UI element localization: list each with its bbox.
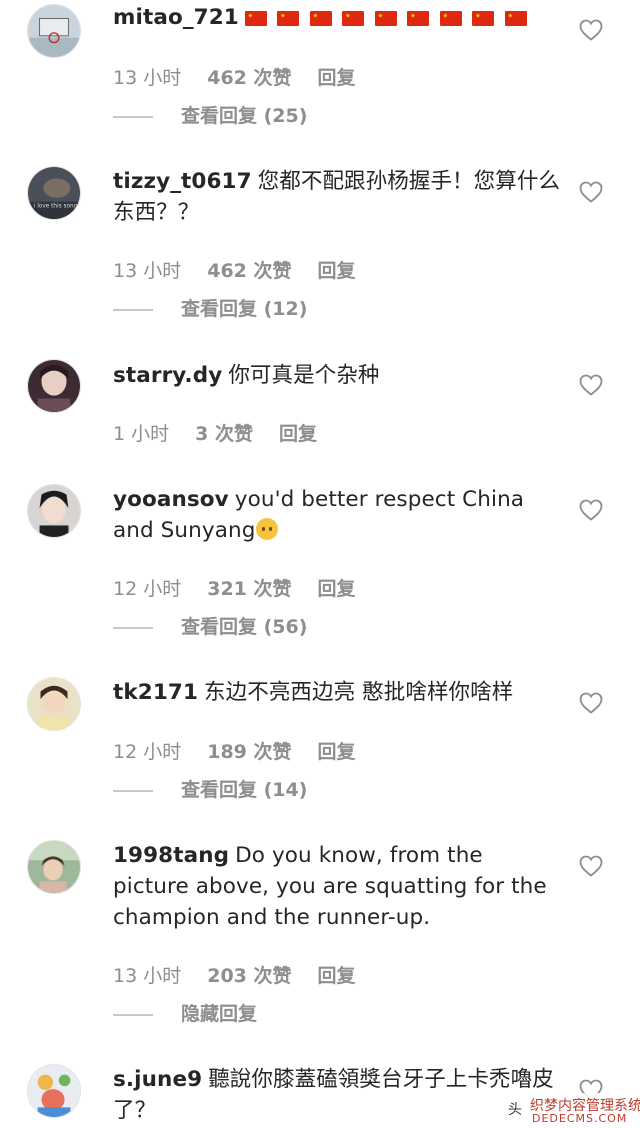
comment-meta: 12 小时 189 次赞 回复 [113, 737, 382, 764]
heart-outline-icon[interactable] [579, 855, 603, 877]
divider-line [113, 626, 153, 629]
view-replies-button[interactable]: 查看回复 (25) [113, 101, 307, 128]
comment-text: tk2171 东边不亮西边亮 憨批啥样你啥样 [113, 677, 563, 708]
avatar[interactable]: i love this song [27, 166, 81, 220]
comment-meta: 1 小时 3 次赞 回复 [113, 419, 343, 446]
comment-text: mitao_721 [113, 2, 563, 35]
china-flag-icon [277, 11, 300, 26]
timestamp: 13 小时 [113, 965, 182, 987]
hide-replies-label[interactable]: 隐藏回复 [181, 1003, 257, 1025]
reply-button[interactable]: 回复 [318, 256, 356, 283]
china-flag-icon [342, 11, 365, 26]
divider-line [113, 1013, 153, 1016]
like-count[interactable]: 462 次赞 [207, 256, 291, 283]
view-replies-label[interactable]: 查看回复 (14) [181, 779, 307, 801]
view-replies-label[interactable]: 查看回复 (12) [181, 298, 307, 320]
china-flag-icon [374, 11, 397, 26]
divider-line [113, 789, 153, 792]
watermark: 头 织梦内容管理系统 DEDECMS.COM [508, 1093, 640, 1128]
comment-text: s.june9 聽說你膝蓋磕領獎台牙子上卡禿嚕皮了？ [113, 1064, 563, 1126]
timestamp: 13 小时 [113, 67, 182, 89]
reply-button[interactable]: 回复 [279, 419, 317, 446]
comment-meta: 13 小时 462 次赞 回复 [113, 256, 382, 283]
china-flag-icon [244, 11, 267, 26]
like-count[interactable]: 3 次赞 [195, 419, 253, 446]
avatar-caption: i love this song [34, 203, 78, 209]
china-flag-icon [439, 11, 462, 26]
comment-text: yooansov you'd better respect China and S… [113, 484, 563, 546]
comment-body: 你可真是个杂种 [228, 363, 380, 388]
divider-line [113, 115, 153, 118]
view-replies-button[interactable]: 查看回复 (14) [113, 775, 307, 802]
avatar[interactable] [27, 4, 81, 58]
upside-down-face-emoji-icon [256, 518, 279, 540]
avatar[interactable] [27, 359, 81, 413]
username-link[interactable]: starry.dy [113, 363, 222, 388]
view-replies-label[interactable]: 查看回复 (25) [181, 105, 307, 127]
timestamp: 12 小时 [113, 578, 182, 600]
heart-outline-icon[interactable] [579, 181, 603, 203]
watermark-prefix: 头 [508, 1102, 522, 1118]
reply-button[interactable]: 回复 [318, 574, 356, 601]
comment-meta: 12 小时 321 次赞 回复 [113, 574, 382, 601]
comment-text: starry.dy 你可真是个杂种 [113, 360, 563, 391]
avatar[interactable] [27, 840, 81, 894]
china-flag-icon [472, 11, 495, 26]
hide-replies-button[interactable]: 隐藏回复 [113, 999, 257, 1026]
comment-body: 东边不亮西边亮 憨批啥样你啥样 [204, 680, 514, 705]
china-flag-icon [504, 11, 527, 26]
like-count[interactable]: 189 次赞 [207, 737, 291, 764]
comment-text: 1998tang Do you know, from the picture ab… [113, 840, 563, 933]
flag-emoji-row [244, 4, 538, 35]
username-link[interactable]: 1998tang [113, 843, 229, 868]
like-count[interactable]: 462 次赞 [207, 63, 291, 90]
heart-outline-icon[interactable] [579, 19, 603, 41]
reply-button[interactable]: 回复 [318, 63, 356, 90]
comment-meta: 13 小时 462 次赞 回复 [113, 63, 382, 90]
view-replies-button[interactable]: 查看回复 (56) [113, 612, 307, 639]
avatar[interactable] [27, 677, 81, 731]
username-link[interactable]: tk2171 [113, 680, 198, 705]
timestamp: 12 小时 [113, 741, 182, 763]
view-replies-button[interactable]: 查看回复 (12) [113, 294, 307, 321]
heart-outline-icon[interactable] [579, 374, 603, 396]
comment-meta: 13 小时 203 次赞 回复 [113, 961, 382, 988]
username-link[interactable]: s.june9 [113, 1067, 202, 1092]
comment-text: tizzy_t0617 您都不配跟孙杨握手！您算什么东西？？ [113, 166, 563, 228]
china-flag-icon [407, 11, 430, 26]
timestamp: 13 小时 [113, 260, 182, 282]
reply-button[interactable]: 回复 [318, 961, 356, 988]
heart-outline-icon[interactable] [579, 499, 603, 521]
avatar[interactable] [27, 484, 81, 538]
username-link[interactable]: mitao_721 [113, 5, 239, 30]
avatar[interactable] [27, 1064, 81, 1118]
reply-button[interactable]: 回复 [318, 737, 356, 764]
divider-line [113, 308, 153, 311]
heart-outline-icon[interactable] [579, 692, 603, 714]
username-link[interactable]: tizzy_t0617 [113, 169, 252, 194]
timestamp: 1 小时 [113, 423, 170, 445]
like-count[interactable]: 203 次赞 [207, 961, 291, 988]
view-replies-label[interactable]: 查看回复 (56) [181, 616, 307, 638]
watermark-domain: DEDECMS.COM [532, 1112, 628, 1125]
like-count[interactable]: 321 次赞 [207, 574, 291, 601]
username-link[interactable]: yooansov [113, 487, 229, 512]
china-flag-icon [309, 11, 332, 26]
